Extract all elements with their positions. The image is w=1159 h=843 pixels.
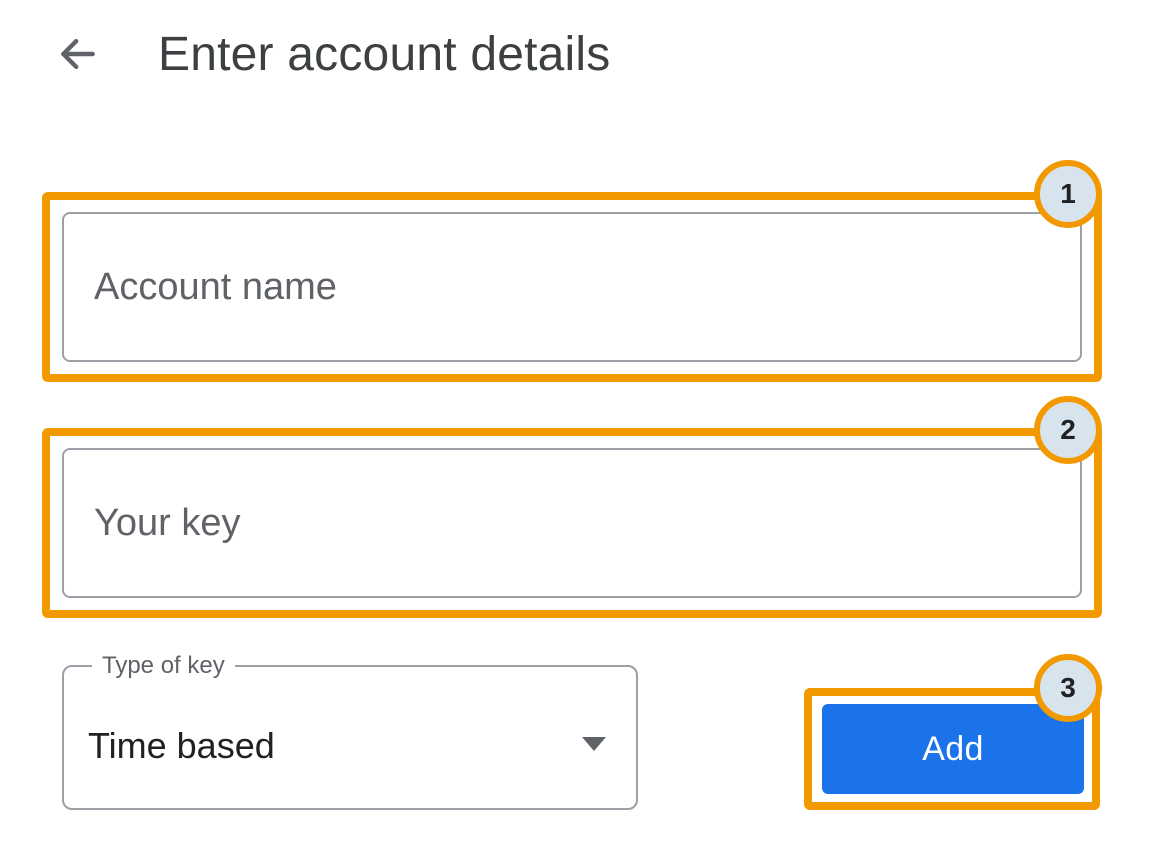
page-title: Enter account details [158, 27, 610, 82]
add-button[interactable]: Add [822, 704, 1084, 794]
type-of-key-label: Type of key [92, 652, 235, 680]
type-of-key-select[interactable]: Type of key Time based [62, 652, 638, 810]
back-button[interactable] [50, 26, 106, 82]
your-key-input[interactable] [62, 448, 1082, 598]
chevron-down-icon [582, 737, 606, 751]
type-of-key-value: Time based [88, 721, 275, 767]
account-name-input[interactable] [62, 212, 1082, 362]
back-arrow-icon [56, 31, 100, 77]
